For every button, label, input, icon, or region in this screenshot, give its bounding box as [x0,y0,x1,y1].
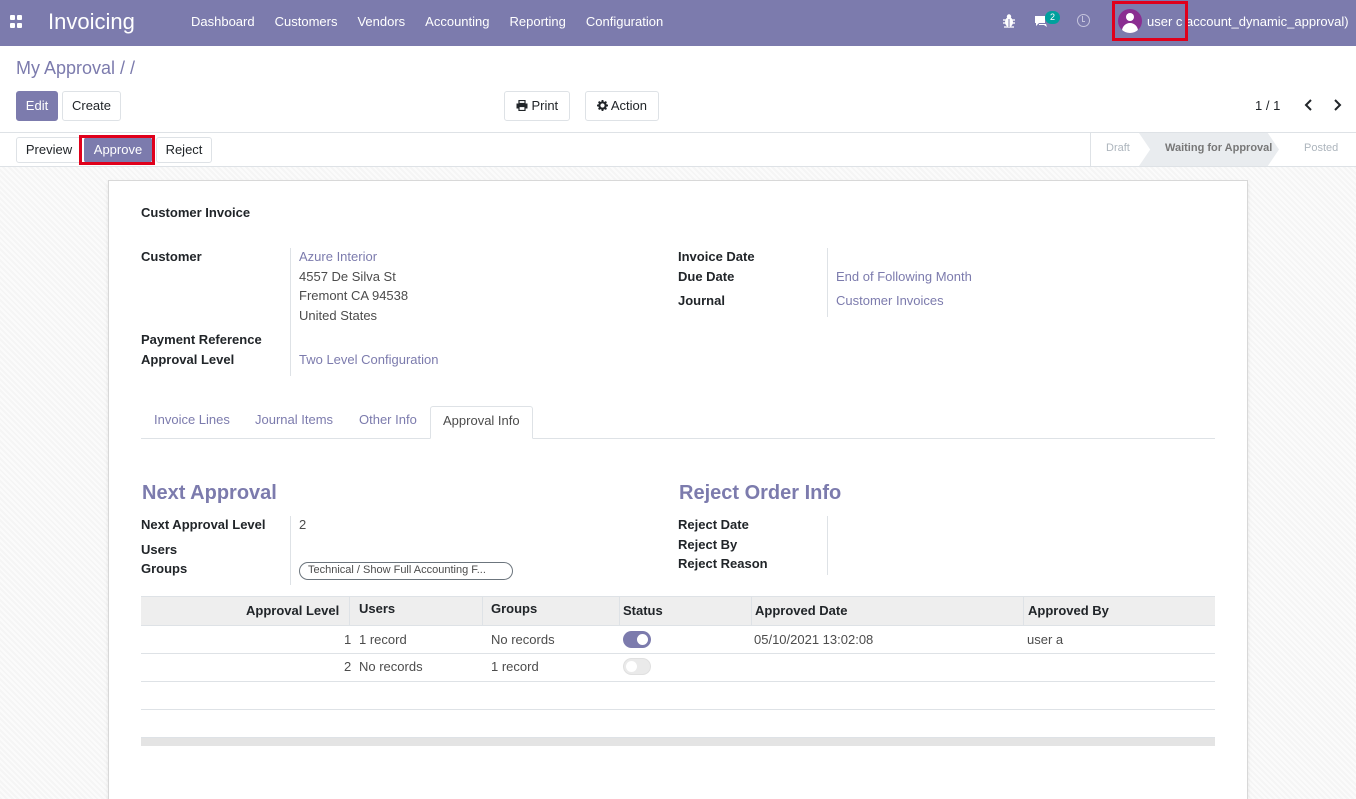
status-toggle-off[interactable] [623,658,651,675]
groups-label: Groups [141,561,188,576]
reject-info-divider [827,516,828,575]
main-menu: Dashboard Customers Vendors Accounting R… [181,0,673,46]
right-field-divider [827,248,828,317]
stage-draft[interactable]: Draft [1106,142,1130,154]
address-line-3: United States [299,308,378,323]
address-line-1: 4557 De Silva St [299,269,396,284]
next-approval-divider [290,516,291,585]
form-statusbar: Preview Approve Reject Draft Waiting for… [0,132,1356,167]
bug-icon[interactable] [1002,13,1016,29]
action-button[interactable]: Action [585,91,659,121]
left-field-divider [290,248,291,376]
pager-value[interactable]: 1 / 1 [1255,98,1280,113]
action-label: Action [610,98,648,113]
reject-by-label: Reject By [678,537,738,552]
app-title[interactable]: Invoicing [48,9,135,35]
header-approved-date[interactable]: Approved Date [755,603,847,618]
status-toggle-on[interactable] [623,631,651,648]
menu-vendors[interactable]: Vendors [347,0,415,46]
invoice-date-label: Invoice Date [678,249,755,264]
edit-button[interactable]: Edit [16,91,58,121]
menu-configuration[interactable]: Configuration [576,0,673,46]
header-groups[interactable]: Groups [491,601,537,616]
next-approval-level-value: 2 [299,517,307,532]
print-button[interactable]: Print [504,91,570,121]
tab-approval-info[interactable]: Approval Info [430,406,533,439]
cell-approval-level: 1 [344,632,352,647]
stage-waiting-for-approval[interactable]: Waiting for Approval [1165,142,1272,154]
preview-button[interactable]: Preview [16,137,82,163]
menu-customers[interactable]: Customers [265,0,348,46]
stage-pipeline: Draft Waiting for Approval Posted [1090,133,1338,166]
cell-approved-date: 05/10/2021 13:02:08 [754,632,874,647]
approve-highlight-box [79,135,155,165]
table-empty-row [141,710,1215,738]
customer-link[interactable]: Azure Interior [299,249,377,264]
cell-users: No records [359,659,423,674]
activity-clock-icon[interactable] [1077,14,1090,27]
payment-reference-label: Payment Reference [141,332,262,347]
cell-groups: No records [491,632,555,647]
journal-label: Journal [678,293,725,308]
reject-order-info-heading: Reject Order Info [679,482,842,504]
header-approved-by[interactable]: Approved By [1028,603,1109,618]
header-separator [1023,597,1024,626]
apps-menu-icon[interactable] [10,15,23,28]
customer-label: Customer [141,249,202,264]
header-separator [349,597,350,626]
approval-level-label: Approval Level [141,352,235,367]
approval-level-link[interactable]: Two Level Configuration [299,352,438,367]
menu-reporting[interactable]: Reporting [500,0,576,46]
top-navbar: Invoicing Dashboard Customers Vendors Ac… [0,0,1356,46]
header-separator [482,597,483,626]
group-tag[interactable]: Technical / Show Full Accounting F... [299,562,513,580]
cell-groups: 1 record [491,659,539,674]
header-status[interactable]: Status [623,603,663,618]
tab-journal-items[interactable]: Journal Items [243,406,345,439]
cell-approval-level: 2 [344,659,352,674]
chevron-right-icon[interactable] [1331,99,1343,111]
breadcrumb[interactable]: My Approval / / [16,58,135,79]
table-row[interactable]: 1 1 record No records 05/10/2021 13:02:0… [141,626,1215,654]
payment-terms-link[interactable]: End of Following Month [836,269,972,284]
menu-accounting[interactable]: Accounting [415,0,499,46]
tab-invoice-lines[interactable]: Invoice Lines [142,406,242,439]
form-notebook-tabs: Invoice Lines Journal Items Other Info A… [141,406,1215,439]
header-separator [619,597,620,626]
reject-date-label: Reject Date [678,517,749,532]
reject-button[interactable]: Reject [156,137,212,163]
tab-other-info[interactable]: Other Info [347,406,429,439]
address-line-2: Fremont CA 94538 [299,288,409,303]
cell-approved-by: user a [1027,632,1064,647]
table-row[interactable]: 2 No records 1 record [141,654,1215,682]
cell-users: 1 record [359,632,407,647]
next-approval-heading: Next Approval [142,482,277,504]
table-empty-row [141,682,1215,710]
header-separator [751,597,752,626]
chat-count-badge: 2 [1045,11,1061,24]
table-header: Approval Level Users Groups Status Appro… [141,596,1215,626]
stage-posted[interactable]: Posted [1304,142,1338,154]
menu-dashboard[interactable]: Dashboard [181,0,265,46]
form-title: Customer Invoice [141,205,251,220]
users-label: Users [141,542,178,557]
header-approval-level[interactable]: Approval Level [246,603,339,618]
gear-icon [596,100,608,111]
journal-link[interactable]: Customer Invoices [836,293,944,308]
chevron-left-icon[interactable] [1303,99,1315,111]
header-users[interactable]: Users [359,601,395,616]
due-date-label: Due Date [678,269,735,284]
print-icon [516,99,528,112]
reject-reason-label: Reject Reason [678,556,768,571]
create-button[interactable]: Create [62,91,121,121]
user-highlight-box [1112,1,1188,41]
next-approval-level-label: Next Approval Level [141,517,266,532]
print-label: Print [531,98,559,113]
table-footer [141,738,1215,746]
